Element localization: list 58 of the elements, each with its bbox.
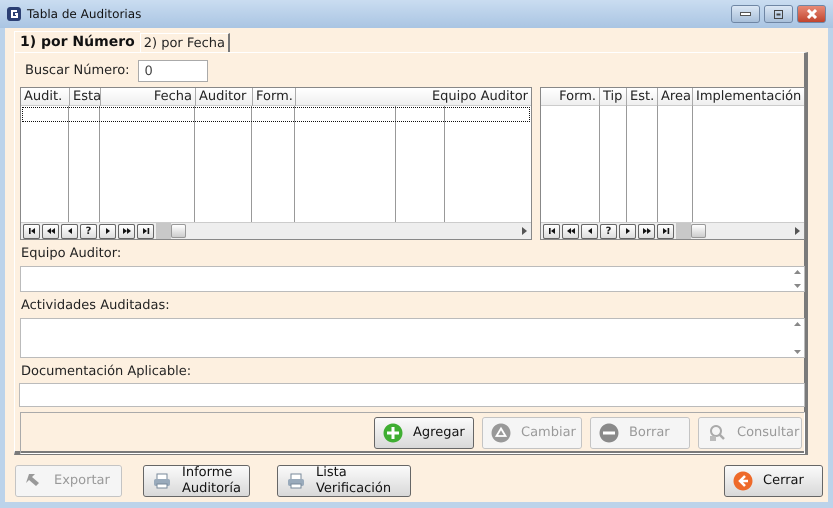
skip-back-icon xyxy=(546,226,556,236)
magnifier-icon xyxy=(707,423,727,443)
button[interactable]: Cerrar xyxy=(724,465,823,497)
printer-icon xyxy=(152,471,172,491)
maximize-button[interactable] xyxy=(764,5,793,23)
skip-back-icon xyxy=(26,226,36,236)
minimize-icon xyxy=(740,12,751,16)
last-record-button[interactable] xyxy=(137,224,154,238)
button[interactable]: Lista Verificación xyxy=(277,465,411,497)
field-label: Actividades Auditadas: xyxy=(20,298,171,314)
maximize-icon xyxy=(774,10,783,18)
first-record-button[interactable] xyxy=(543,224,560,238)
close-icon xyxy=(806,9,816,19)
double-left-icon xyxy=(46,226,56,236)
search-label: Buscar Número: xyxy=(25,62,130,80)
window-title: Tabla de Auditorias xyxy=(27,6,142,23)
skip-forward-icon xyxy=(660,226,670,236)
last-record-button[interactable] xyxy=(657,224,674,238)
previous-button[interactable] xyxy=(581,224,598,238)
scroll-right-icon[interactable] xyxy=(795,227,800,235)
scroll-down-icon[interactable] xyxy=(794,284,800,288)
fast-forward-button[interactable] xyxy=(118,224,135,238)
search-field[interactable]: 0 xyxy=(138,60,208,82)
first-record-button[interactable] xyxy=(23,224,40,238)
skip-forward-icon xyxy=(140,226,150,236)
double-right-icon xyxy=(642,226,652,236)
scroll-thumb[interactable] xyxy=(171,224,186,238)
minimize-button[interactable] xyxy=(731,5,760,23)
button[interactable]: Informe Auditoría xyxy=(143,465,250,497)
next-button[interactable] xyxy=(619,224,636,238)
double-right-icon xyxy=(122,226,132,236)
tab[interactable]: 1) por Número xyxy=(14,31,140,52)
plus-icon xyxy=(383,423,403,443)
field-label: Documentación Aplicable: xyxy=(20,364,192,380)
rewind-button[interactable] xyxy=(42,224,59,238)
close-button[interactable] xyxy=(797,5,826,23)
field-label: Equipo Auditor: xyxy=(20,246,122,262)
app-icon xyxy=(7,7,21,21)
next-button[interactable] xyxy=(99,224,116,238)
focused-row[interactable] xyxy=(22,107,530,122)
tab[interactable]: 2) por Fecha xyxy=(140,33,230,52)
previous-button[interactable] xyxy=(61,224,78,238)
input-field[interactable] xyxy=(19,383,805,407)
double-left-icon xyxy=(566,226,576,236)
help-button[interactable]: ? xyxy=(80,224,97,238)
scroll-up-icon[interactable] xyxy=(794,322,800,326)
scroll-right-icon[interactable] xyxy=(522,227,527,235)
scroll-down-icon[interactable] xyxy=(794,350,800,354)
minus-icon xyxy=(599,423,619,443)
button[interactable]: Agregar xyxy=(374,417,474,449)
fast-forward-button[interactable] xyxy=(638,224,655,238)
scroll-up-icon[interactable] xyxy=(794,270,800,274)
column-header[interactable]: Implementación xyxy=(693,88,804,106)
rewind-button[interactable] xyxy=(562,224,579,238)
column-header[interactable]: Equipo Auditor xyxy=(296,88,531,106)
help-button[interactable]: ? xyxy=(600,224,617,238)
printer-icon xyxy=(286,471,306,491)
scroll-thumb[interactable] xyxy=(691,224,706,238)
